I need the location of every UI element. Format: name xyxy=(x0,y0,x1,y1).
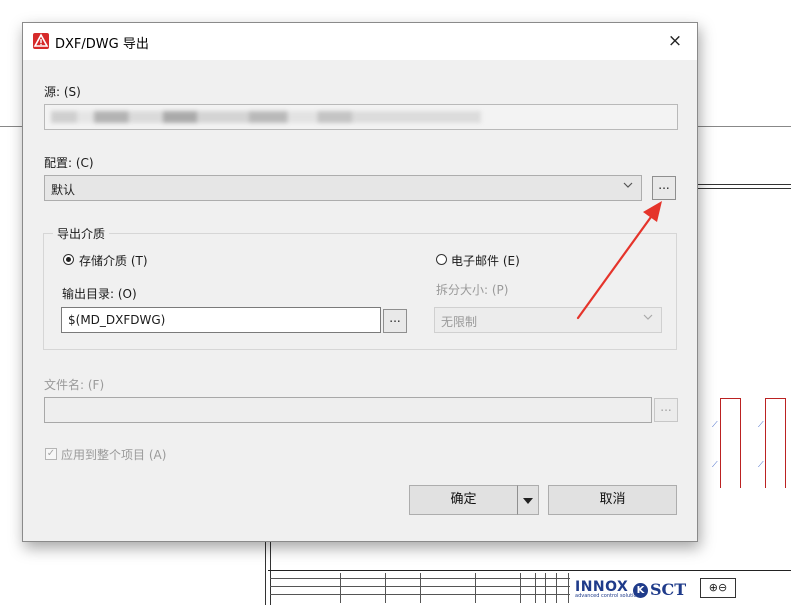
cad-line xyxy=(0,126,22,127)
title-block-cell xyxy=(420,573,421,603)
wire xyxy=(720,398,740,399)
title-block-cell xyxy=(556,573,557,603)
ok-button[interactable]: 确定 xyxy=(409,485,518,515)
source-label: 源: (S) xyxy=(44,85,81,99)
switch-symbol: ⟋ xyxy=(758,420,764,429)
wire xyxy=(740,398,741,488)
config-browse-button[interactable]: ... xyxy=(652,176,676,200)
wire xyxy=(785,398,786,488)
caret-down-icon[interactable] xyxy=(517,485,539,515)
cancel-button[interactable]: 取消 xyxy=(548,485,677,515)
switch-symbol: ⟋ xyxy=(758,460,764,469)
split-size-label: 拆分大小: (P) xyxy=(436,283,509,297)
symbol-box: ⊕⊖ xyxy=(700,578,736,598)
dxf-dwg-export-dialog: DXF/DWG 导出 × 源: (S) 配置: (C) 默认 ... 导出介质 … xyxy=(22,22,698,542)
cad-line xyxy=(265,540,266,605)
switch-symbol: ⟋ xyxy=(712,420,718,429)
filename-input[interactable] xyxy=(44,397,652,423)
output-dir-value: $(MD_DXFDWG) xyxy=(68,313,166,327)
source-field[interactable] xyxy=(44,104,678,130)
output-dir-input[interactable]: $(MD_DXFDWG) xyxy=(61,307,381,333)
chevron-down-icon xyxy=(643,312,653,325)
title-block-cell xyxy=(340,573,341,603)
filename-browse-button[interactable]: ... xyxy=(654,398,678,422)
apply-all-checkbox[interactable]: ✓ xyxy=(45,448,57,460)
cad-line xyxy=(696,184,791,185)
split-size-value: 无限制 xyxy=(441,315,478,329)
chevron-down-icon xyxy=(623,180,633,193)
warning-triangle-icon xyxy=(33,33,49,49)
apply-all-label[interactable]: 应用到整个项目 (A) xyxy=(61,446,166,463)
cad-line xyxy=(696,126,791,127)
config-select[interactable]: 默认 xyxy=(44,175,642,201)
title-block-cell xyxy=(568,573,569,603)
split-size-select[interactable]: 无限制 xyxy=(434,307,662,333)
switch-symbol: ⟋ xyxy=(712,460,718,469)
output-dir-label: 输出目录: (O) xyxy=(62,287,137,301)
title-block-cell xyxy=(520,573,521,603)
export-media-group-title: 导出介质 xyxy=(53,225,110,242)
sct-logo-text: SCT xyxy=(650,580,687,599)
sct-logo: K SCT xyxy=(633,580,686,599)
wire xyxy=(765,398,766,488)
output-dir-browse-button[interactable]: ... xyxy=(383,309,407,333)
sct-logo-mark: K xyxy=(633,583,648,598)
close-icon[interactable]: × xyxy=(663,29,687,53)
email-radio[interactable] xyxy=(436,254,447,265)
config-select-value: 默认 xyxy=(51,183,76,197)
wire xyxy=(765,398,785,399)
config-label: 配置: (C) xyxy=(44,156,94,170)
wire xyxy=(720,398,721,488)
source-value-blurred xyxy=(51,111,481,123)
title-block-cell xyxy=(385,573,386,603)
cad-line xyxy=(696,188,791,189)
filename-label: 文件名: (F) xyxy=(44,378,105,392)
title-block-cell xyxy=(475,573,476,603)
dialog-title: DXF/DWG 导出 xyxy=(55,37,149,52)
storage-media-radio[interactable] xyxy=(63,254,74,265)
email-label[interactable]: 电子邮件 (E) xyxy=(451,252,520,269)
title-block-cell xyxy=(535,573,536,603)
storage-media-label[interactable]: 存储介质 (T) xyxy=(79,252,148,269)
dialog-titlebar: DXF/DWG 导出 × xyxy=(23,23,697,60)
title-block-cell xyxy=(545,573,546,603)
